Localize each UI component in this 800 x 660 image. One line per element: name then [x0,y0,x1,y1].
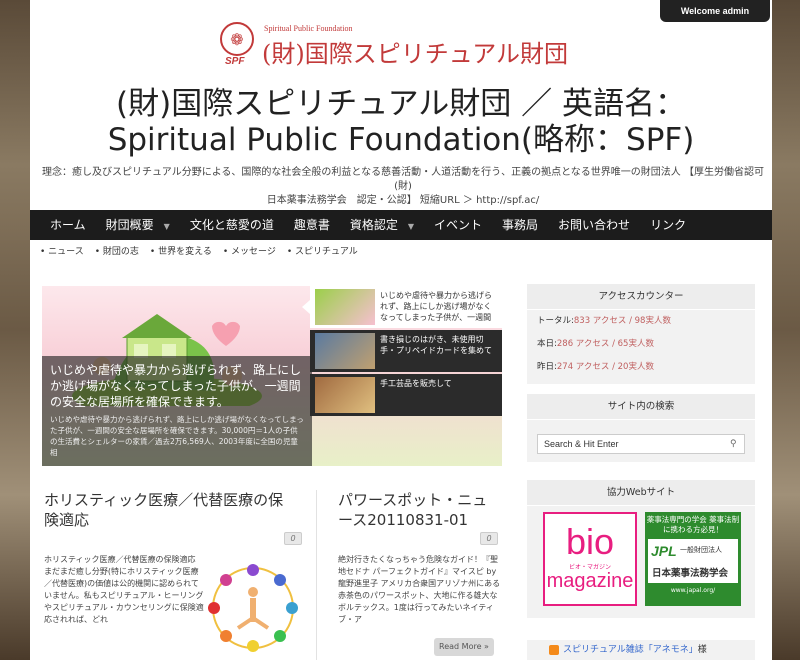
slide-caption: いじめや虐待や暴力から逃げられず、路上にしか逃げ場がなくなってしまった子供が、一… [42,356,312,466]
counter-label: トータル: [537,316,574,326]
subnav-link[interactable]: 財団の志 [95,244,139,260]
post-divider [316,490,317,660]
nav-item-label: 事務局 [502,218,539,232]
counter-label: 昨日: [537,362,557,372]
nav-item-label: 文化と慈愛の道 [189,218,274,232]
widget-title: 協力Webサイト [527,480,755,506]
nav-item[interactable]: お問い合わせ [548,210,640,240]
main-nav: ホーム 財団概要 ▼ 文化と慈愛の道 趣意書 資格認定 ▼ イベント 事務局 お問い合わせ リンク [30,210,772,240]
page-container: ❁ SPF Spiritual Public Foundation (財)国際ス… [30,0,772,660]
nav-item-label: 資格認定 [349,218,398,232]
chevron-down-icon: ▼ [163,222,170,231]
nav-item-label: 趣意書 [293,218,330,232]
counter-row: 本日:286 アクセス / 65実人数 [527,333,755,356]
site-title-line1: (財)国際スピリチュアル財団 ／ 英語名： [116,86,686,122]
slider-thumb[interactable]: 手工芸品を販売して [310,374,502,416]
thumb-text: 書き損じのはがき、未使用切手・プリペイドカードを集めて [380,335,492,355]
jpl-headline: 薬事法専門の学会 薬事法制に携わる方必見！ [646,515,740,534]
nav-item[interactable]: 文化と慈愛の道 [180,210,284,240]
thumb-image [315,377,375,413]
subnav-link[interactable]: スピリチュアル [287,244,358,260]
background-right [772,0,800,660]
search-placeholder: Search & Hit Enter [544,439,619,449]
nav-item[interactable]: 財団概要 ▼ [96,210,180,240]
nav-item[interactable]: 資格認定 ▼ [340,210,424,240]
logo-mark: SPF [225,56,245,67]
thumb-text: 手工芸品を販売して [380,379,452,388]
search-icon[interactable]: ⚲ [730,438,740,448]
nav-item[interactable]: 趣意書 [284,210,340,240]
bio-magazine-banner[interactable]: bio ビオ・マガジン magazine [543,512,637,606]
logo-emblem-icon: ❁ [220,22,254,56]
jpl-banner[interactable]: 薬事法専門の学会 薬事法制に携わる方必見！ JPL 一般財団法人 日本薬事法務学… [645,512,741,606]
jpl-org-type: 一般財団法人 [680,546,722,554]
nav-item-label: ホーム [50,218,86,232]
logo-english: Spiritual Public Foundation [264,24,353,33]
counter-value: 274 アクセス / 20実人数 [556,362,654,372]
widget-title: サイト内の検索 [527,394,755,420]
nav-item[interactable]: ホーム [40,210,96,240]
comment-count[interactable]: 0 [284,532,302,545]
post-excerpt: 絶対行きたくなっちゃう危険なガイド！『聖地セドナ パーフェクトガイド』マイスピ … [338,555,501,624]
slider-thumb[interactable]: いじめや虐待や暴力から逃げられず、路上にしか逃げ場がなくなってしまった子供が、一… [302,286,502,328]
nav-item[interactable]: リンク [640,210,696,240]
welcome-admin-tab[interactable]: Welcome admin [660,0,770,22]
subnav-link[interactable]: メッセージ [223,244,276,260]
thumb-text: いじめや虐待や暴力から逃げられず、路上にしか逃げ場がなくなってしまった子供が、一… [380,291,492,322]
post-card: パワースポット・ニュース20110831-01 0 絶対行きたくなっちゃう危険な… [338,490,502,626]
thumb-image [315,333,375,369]
jpl-logo: JPL [651,543,677,559]
rss-feed-suffix: 様 [697,645,707,655]
post-title[interactable]: ホリスティック医療／代替医療の保険適応 [44,490,294,530]
rss-feed-row[interactable]: スピリチュアル雑誌「アネモネ」様 [527,640,755,660]
tagline-line2: 日本薬事法務学会 認定・公認】 短縮URL ＞ http://spf.ac/ [266,195,540,206]
counter-value: 833 アクセス / 98実人数 [573,316,671,326]
chakra-mandala-image [208,564,298,652]
nav-item-label: リンク [650,218,687,232]
slider-thumb[interactable]: 書き損じのはがき、未使用切手・プリペイドカードを集めて [310,330,502,372]
subnav-link[interactable]: ニュース [40,244,84,260]
logo-japanese: (財)国際スピリチュアル財団 [262,40,569,68]
nav-item[interactable]: イベント [424,210,492,240]
site-title: (財)国際スピリチュアル財団 ／ 英語名： Spiritual Public F… [30,86,772,158]
jpl-logo-area: JPL 一般財団法人 日本薬事法務学会 [648,539,738,583]
thumb-image [315,289,375,325]
slide-caption-headline: いじめや虐待や暴力から逃げられず、路上にしか逃げ場がなくなってしまった子供が、一… [50,363,302,409]
counter-label: 本日: [537,339,557,349]
search-input[interactable]: Search & Hit Enter ⚲ [537,434,745,454]
counter-row: 昨日:274 アクセス / 20実人数 [527,356,755,379]
access-counter-widget: アクセスカウンター トータル:833 アクセス / 98実人数 本日:286 アク… [527,284,755,384]
comment-count[interactable]: 0 [480,532,498,545]
site-title-line2: Spiritual Public Foundation(略称：SPF) [107,122,695,158]
tagline-line1: 理念：癒し及びスピリチュアル分野による、国際的な社会全般の利益となる慈善活動・人… [42,167,764,192]
background-left [0,0,30,660]
slide-caption-body: いじめや虐待や暴力から逃げられず、路上にしか逃げ場がなくなってしまった子供が、一… [50,415,304,457]
jpl-org-name: 日本薬事法務学会 [652,568,729,579]
rss-icon [549,645,559,655]
nav-item-label: 財団概要 [105,218,154,232]
site-logo[interactable]: ❁ SPF Spiritual Public Foundation (財)国際ス… [220,20,580,70]
nav-item-label: お問い合わせ [558,218,631,232]
counter-value: 286 アクセス / 65実人数 [556,339,654,349]
counter-row: トータル:833 アクセス / 98実人数 [527,310,755,333]
sub-nav: ニュース財団の志世界を変えるメッセージスピリチュアル [40,244,369,260]
nav-item[interactable]: 事務局 [492,210,548,240]
read-more-button[interactable]: Read More » [434,638,494,656]
slider-thumbnails: いじめや虐待や暴力から逃げられず、路上にしか逃げ場がなくなってしまった子供が、一… [302,286,502,416]
bio-logo-text: bio [565,521,615,562]
widget-title: アクセスカウンター [527,284,755,310]
subnav-link[interactable]: 世界を変える [150,244,212,260]
chevron-down-icon: ▼ [407,222,415,231]
rss-feed-name[interactable]: スピリチュアル雑誌「アネモネ」 [563,645,698,655]
jpl-url: www.japal.org/ [670,587,716,594]
active-pointer-icon [302,300,310,314]
post-excerpt: ホリスティック医療／代替医療の保険適応 まだまだ癒し分野(特にホリスティック医療… [44,555,204,624]
site-tagline: 理念：癒し及びスピリチュアル分野による、国際的な社会全般の利益となる慈善活動・人… [34,166,772,208]
nav-item-label: イベント [434,218,483,232]
bio-magazine-text: magazine [546,570,634,592]
post-title[interactable]: パワースポット・ニュース20110831-01 [338,490,502,530]
